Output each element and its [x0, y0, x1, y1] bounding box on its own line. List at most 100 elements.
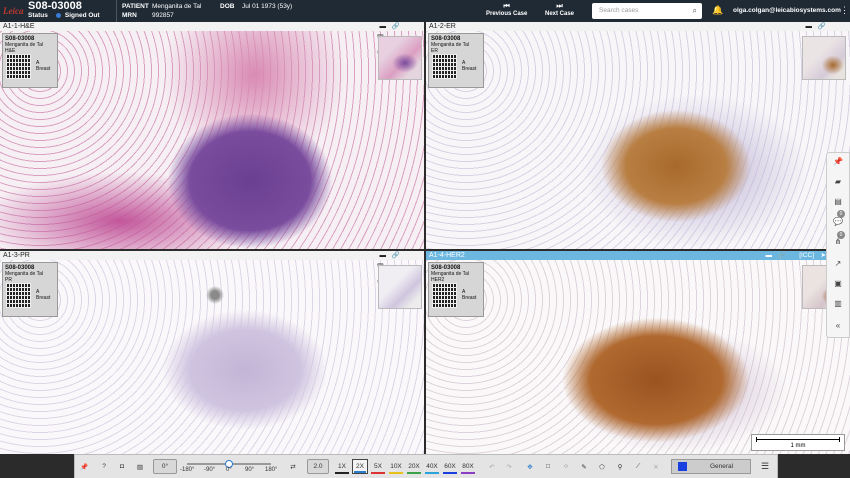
annotation-class-select[interactable]: General — [671, 459, 751, 474]
layers-icon[interactable]: ▤ — [827, 197, 849, 206]
mrn-value: 992857 — [152, 12, 174, 19]
status-dot-icon — [55, 13, 61, 18]
previous-case-label: Previous Case — [486, 11, 528, 17]
ruler-tool-icon[interactable]: ⟋ — [631, 455, 645, 478]
zoom-2x-button[interactable]: 2X — [352, 459, 368, 474]
delete-annotation-icon[interactable]: ✕ — [649, 455, 663, 478]
pane-title: A1-2-ER — [429, 23, 456, 30]
slide-label-site: Breast — [36, 295, 51, 301]
image-icon[interactable]: ▨ — [133, 455, 147, 478]
slide-image-he[interactable] — [0, 31, 424, 249]
minimize-icon[interactable]: ▬ — [380, 251, 387, 260]
clipboard-icon[interactable]: ▥ — [827, 299, 849, 308]
zoom-80x-button[interactable]: 80X — [460, 459, 476, 474]
pan-tool-icon[interactable]: ✥ — [523, 455, 537, 478]
zoom-5x-button[interactable]: 5X — [370, 459, 386, 474]
slide-thumbnail[interactable] — [378, 36, 422, 80]
mrn-label: MRN — [122, 12, 137, 19]
slide-pane-er[interactable]: A1-2-ER ▬ 🔗 S08-03008 Menganita de Tal E… — [426, 22, 850, 249]
previous-case-button[interactable]: ⏮ Previous Case — [486, 2, 527, 17]
redo-icon[interactable]: ↷ — [502, 455, 516, 478]
search-icon[interactable]: ⌕ — [693, 6, 697, 16]
top-header: Leica S08-03008 Status Signed Out PATIEN… — [0, 0, 850, 22]
menu-icon[interactable]: ☰ — [761, 461, 769, 472]
rotation-value-box[interactable]: 0° — [153, 459, 177, 474]
icc-tag[interactable]: [ICC] — [799, 251, 814, 260]
slide-label-site: Breast — [462, 295, 477, 301]
slide-label-site: Breast — [36, 66, 51, 72]
flip-icon[interactable]: ⇄ — [285, 455, 301, 478]
patient-info: PATIENT Menganita de Tal DOB Jul 01 1973… — [117, 2, 357, 20]
bottom-toolbar: 📌 ? ◘ ▨ 0° -180° -90° 0° 90° 180° ⇄ 2.0 … — [74, 454, 778, 478]
pane-title: A1-1-H&E — [3, 23, 35, 30]
count-badge: 0 — [837, 231, 845, 239]
pane-header: A1-1-H&E ▬ 🔗 — [0, 22, 424, 31]
help-icon[interactable]: ? — [97, 455, 111, 478]
annotation-color-swatch — [678, 462, 687, 471]
ellipse-tool-icon[interactable]: ○ — [559, 455, 573, 478]
slide-label: S08-03008 Menganita de Tal PR A Breast — [2, 262, 58, 317]
case-id: S08-03008 — [28, 0, 82, 12]
slide-label-block: A Breast — [462, 60, 476, 72]
zoom-label: 60X — [444, 463, 456, 470]
zoom-label: 40X — [426, 463, 438, 470]
slide-pane-he[interactable]: A1-1-H&E ▬ 🔗 S08-03008 Menganita de Tal … — [0, 22, 424, 249]
case-status: Status Signed Out — [28, 11, 116, 20]
minimize-icon[interactable]: ▬ — [380, 22, 387, 31]
user-email[interactable]: olga.colgan@leicabiosystems.com — [733, 7, 841, 14]
marker-tool-icon[interactable]: ⚲ — [613, 455, 627, 478]
pin-icon[interactable]: 📌 — [827, 157, 849, 166]
zoom-label: 1X — [338, 463, 346, 470]
case-info: S08-03008 Status Signed Out — [24, 0, 116, 20]
folder-icon[interactable]: ▰ — [827, 177, 849, 186]
magnification-box[interactable]: 2.0 — [307, 459, 329, 474]
zoom-label: 80X — [462, 463, 474, 470]
slide-image-pr[interactable] — [0, 260, 424, 454]
slide-label: S08-03008 Menganita de Tal ER A Breast — [428, 33, 484, 88]
pen-tool-icon[interactable]: ✎ — [577, 455, 591, 478]
zoom-10x-button[interactable]: 10X — [388, 459, 404, 474]
camera-icon[interactable]: ◘ — [115, 455, 129, 478]
scale-bar-label: 1 mm — [790, 443, 806, 449]
undo-icon[interactable]: ↶ — [485, 455, 499, 478]
pin-toolbar-icon[interactable]: 📌 — [75, 455, 93, 478]
slide-barcode — [432, 54, 457, 79]
previous-icon: ⏮ — [503, 3, 510, 10]
comments-icon[interactable]: 💬 — [827, 217, 849, 226]
slide-image-er[interactable] — [426, 31, 850, 249]
camera-icon[interactable]: ▣ — [827, 279, 849, 288]
minimize-icon[interactable]: ▬ — [806, 22, 813, 31]
slide-image-her2[interactable] — [426, 260, 850, 454]
link-icon[interactable]: 🔗 — [392, 22, 400, 31]
search-input[interactable]: Search cases ⌕ — [592, 3, 702, 19]
collapse-icon[interactable]: « — [827, 321, 849, 330]
more-options-icon[interactable]: ⋮ — [840, 4, 849, 16]
polygon-tool-icon[interactable]: ⬠ — [595, 455, 609, 478]
zoom-60x-button[interactable]: 60X — [442, 459, 458, 474]
link-icon[interactable]: 🔗 — [778, 251, 786, 260]
pane-title: A1-4-HER2 — [429, 252, 465, 259]
minimize-icon[interactable]: ▬ — [766, 251, 773, 260]
slide-pane-pr[interactable]: A1-3-PR ▬ 🔗 S08-03008 Menganita de Tal P… — [0, 251, 424, 454]
pane-header: A1-3-PR ▬ 🔗 — [0, 251, 424, 260]
slide-thumbnail[interactable] — [802, 36, 846, 80]
zoom-20x-button[interactable]: 20X — [406, 459, 422, 474]
rotation-tick: 180° — [265, 467, 278, 473]
slide-label-block: A Breast — [462, 289, 476, 301]
bell-icon[interactable]: 🔔 — [712, 5, 723, 16]
rotation-tick: -90° — [204, 467, 216, 473]
zoom-40x-button[interactable]: 40X — [424, 459, 440, 474]
link-icon[interactable]: 🔗 — [818, 22, 826, 31]
rectangle-tool-icon[interactable]: □ — [541, 455, 555, 478]
next-case-button[interactable]: ⏭ Next Case — [545, 2, 574, 17]
rotation-tick: 90° — [245, 467, 255, 473]
slide-barcode — [432, 283, 457, 308]
search-placeholder: Search cases — [599, 7, 639, 14]
slide-pane-her2[interactable]: A1-4-HER2 ▬ 🔗 [ICC] ➤ S08-03008 Menganit… — [426, 251, 850, 454]
slide-label-block: A Breast — [36, 60, 50, 72]
link-icon[interactable]: 🔗 — [392, 251, 400, 260]
zoom-1x-button[interactable]: 1X — [334, 459, 350, 474]
share-icon[interactable]: ↗ — [827, 259, 849, 268]
rotation-tick: -180° — [180, 467, 195, 473]
slide-thumbnail[interactable] — [378, 265, 422, 309]
